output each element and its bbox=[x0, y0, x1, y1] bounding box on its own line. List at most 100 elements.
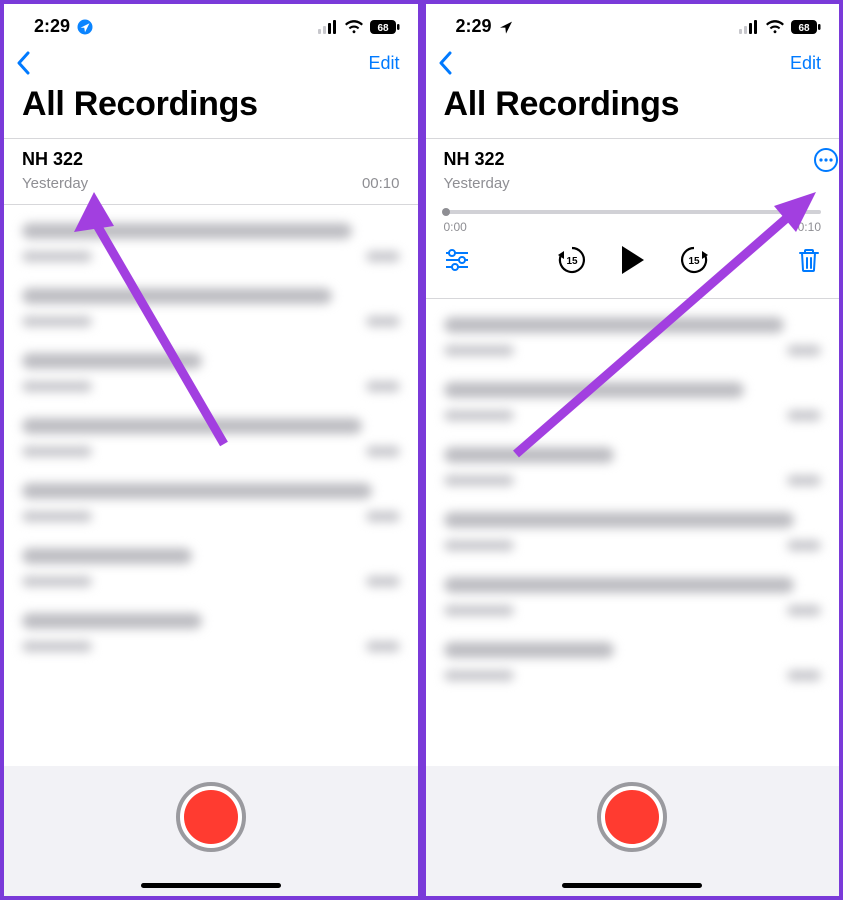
recording-duration: 00:10 bbox=[362, 175, 400, 192]
record-button[interactable] bbox=[176, 782, 246, 852]
list-item[interactable] bbox=[444, 512, 822, 551]
play-icon bbox=[622, 246, 644, 274]
play-button[interactable] bbox=[622, 246, 644, 274]
list-item[interactable] bbox=[22, 288, 400, 327]
blurred-text bbox=[366, 316, 400, 327]
blurred-text bbox=[22, 483, 372, 499]
list-item[interactable] bbox=[22, 613, 400, 652]
list-item[interactable] bbox=[444, 642, 822, 681]
wifi-icon bbox=[765, 20, 785, 34]
home-indicator[interactable] bbox=[141, 883, 281, 888]
recording-date: Yesterday bbox=[444, 175, 510, 192]
recording-date: Yesterday bbox=[22, 175, 88, 192]
list-item[interactable] bbox=[22, 483, 400, 522]
status-bar: 2:29 68 bbox=[4, 4, 418, 41]
blurred-text bbox=[444, 382, 744, 398]
location-icon bbox=[498, 19, 514, 35]
blurred-text bbox=[22, 446, 92, 457]
back-button[interactable] bbox=[438, 51, 454, 75]
battery-icon: 68 bbox=[791, 20, 821, 34]
blurred-text bbox=[366, 446, 400, 457]
blurred-text bbox=[22, 641, 92, 652]
status-time: 2:29 bbox=[456, 16, 492, 37]
list-item[interactable] bbox=[22, 353, 400, 392]
phone-left: 2:29 68 Edit A bbox=[0, 0, 422, 900]
edit-button[interactable]: Edit bbox=[790, 53, 821, 74]
blurred-text bbox=[444, 577, 794, 593]
recording-title: NH 322 bbox=[22, 149, 400, 171]
blurred-text bbox=[22, 223, 352, 239]
remaining-time: -0:10 bbox=[794, 220, 821, 234]
blurred-text bbox=[366, 381, 400, 392]
blurred-text bbox=[366, 251, 400, 262]
home-indicator[interactable] bbox=[562, 883, 702, 888]
page-title: All Recordings bbox=[4, 81, 418, 138]
blurred-text bbox=[444, 345, 514, 356]
nav-bar: Edit bbox=[426, 41, 840, 81]
blurred-text bbox=[22, 381, 92, 392]
blurred-text bbox=[22, 288, 332, 304]
skip-forward-15-button[interactable]: 15 bbox=[678, 244, 710, 276]
blurred-text bbox=[444, 475, 514, 486]
blurred-text bbox=[444, 670, 514, 681]
playback-scrubber[interactable] bbox=[444, 210, 822, 214]
blurred-text bbox=[22, 511, 92, 522]
blurred-text bbox=[22, 353, 202, 369]
record-icon bbox=[605, 790, 659, 844]
blurred-text bbox=[787, 540, 821, 551]
blurred-text bbox=[22, 613, 202, 629]
more-options-button[interactable] bbox=[813, 147, 839, 173]
blurred-text bbox=[787, 410, 821, 421]
recording-item[interactable]: NH 322 Yesterday 00:10 bbox=[4, 139, 418, 204]
list-item[interactable] bbox=[22, 548, 400, 587]
list-item[interactable] bbox=[444, 577, 822, 616]
nav-bar: Edit bbox=[4, 41, 418, 81]
blurred-text bbox=[444, 605, 514, 616]
record-toolbar bbox=[4, 766, 418, 896]
delete-button[interactable] bbox=[797, 247, 821, 273]
cellular-icon bbox=[318, 20, 338, 34]
blurred-text bbox=[444, 410, 514, 421]
elapsed-time: 0:00 bbox=[444, 220, 467, 234]
blurred-text bbox=[787, 605, 821, 616]
record-toolbar bbox=[426, 766, 840, 896]
list-item[interactable] bbox=[22, 418, 400, 457]
blurred-recordings bbox=[4, 205, 418, 652]
cellular-icon bbox=[739, 20, 759, 34]
svg-text:15: 15 bbox=[689, 256, 701, 267]
page-title: All Recordings bbox=[426, 81, 840, 138]
blurred-text bbox=[444, 317, 784, 333]
list-item[interactable] bbox=[444, 317, 822, 356]
blurred-text bbox=[444, 540, 514, 551]
status-bar: 2:29 68 bbox=[426, 4, 840, 41]
location-icon bbox=[76, 18, 94, 36]
list-item[interactable] bbox=[444, 447, 822, 486]
blurred-text bbox=[22, 316, 92, 327]
blurred-text bbox=[444, 447, 614, 463]
recording-title: NH 322 bbox=[444, 149, 822, 171]
skip-back-15-button[interactable]: 15 bbox=[556, 244, 588, 276]
blurred-recordings bbox=[426, 299, 840, 681]
blurred-text bbox=[366, 576, 400, 587]
blurred-text bbox=[366, 641, 400, 652]
status-time: 2:29 bbox=[34, 16, 70, 37]
edit-button[interactable]: Edit bbox=[368, 53, 399, 74]
record-button[interactable] bbox=[597, 782, 667, 852]
blurred-text bbox=[787, 345, 821, 356]
blurred-text bbox=[22, 548, 192, 564]
blurred-text bbox=[22, 418, 362, 434]
recording-item-expanded: NH 322 Yesterday 0:00 -0:10 15 bbox=[426, 139, 840, 298]
svg-text:15: 15 bbox=[567, 256, 579, 267]
list-item[interactable] bbox=[444, 382, 822, 421]
list-item[interactable] bbox=[22, 223, 400, 262]
blurred-text bbox=[444, 642, 614, 658]
scrubber-handle[interactable] bbox=[442, 208, 450, 216]
wifi-icon bbox=[344, 20, 364, 34]
back-button[interactable] bbox=[16, 51, 32, 75]
playback-settings-button[interactable] bbox=[444, 249, 470, 271]
svg-text:68: 68 bbox=[798, 23, 810, 34]
blurred-text bbox=[22, 251, 92, 262]
phone-right: 2:29 68 Edit A bbox=[422, 0, 843, 900]
blurred-text bbox=[444, 512, 794, 528]
blurred-text bbox=[366, 511, 400, 522]
